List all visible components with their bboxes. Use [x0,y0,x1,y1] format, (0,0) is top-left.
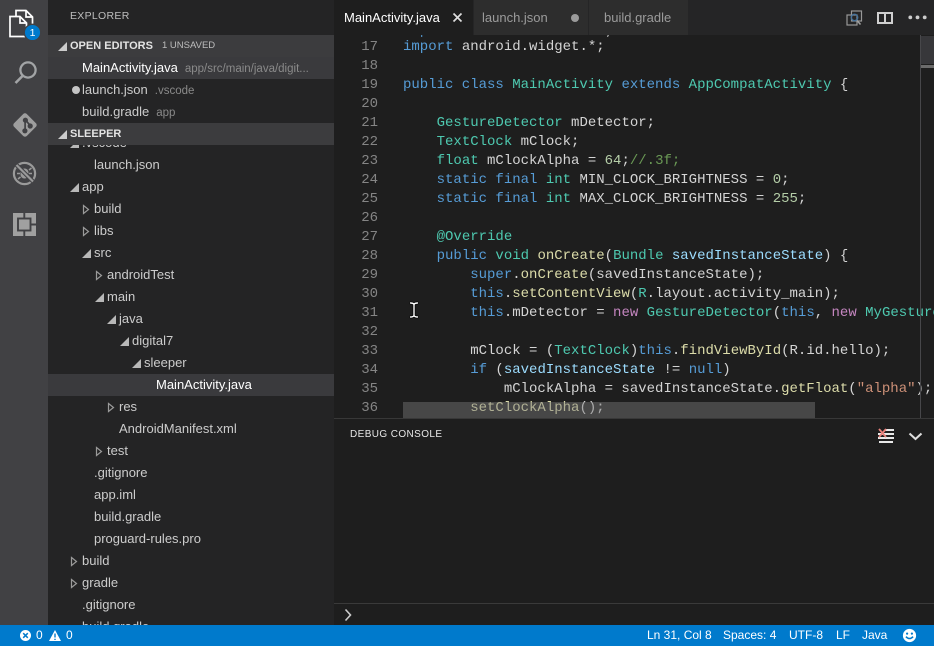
svg-text:1: 1 [30,27,36,39]
